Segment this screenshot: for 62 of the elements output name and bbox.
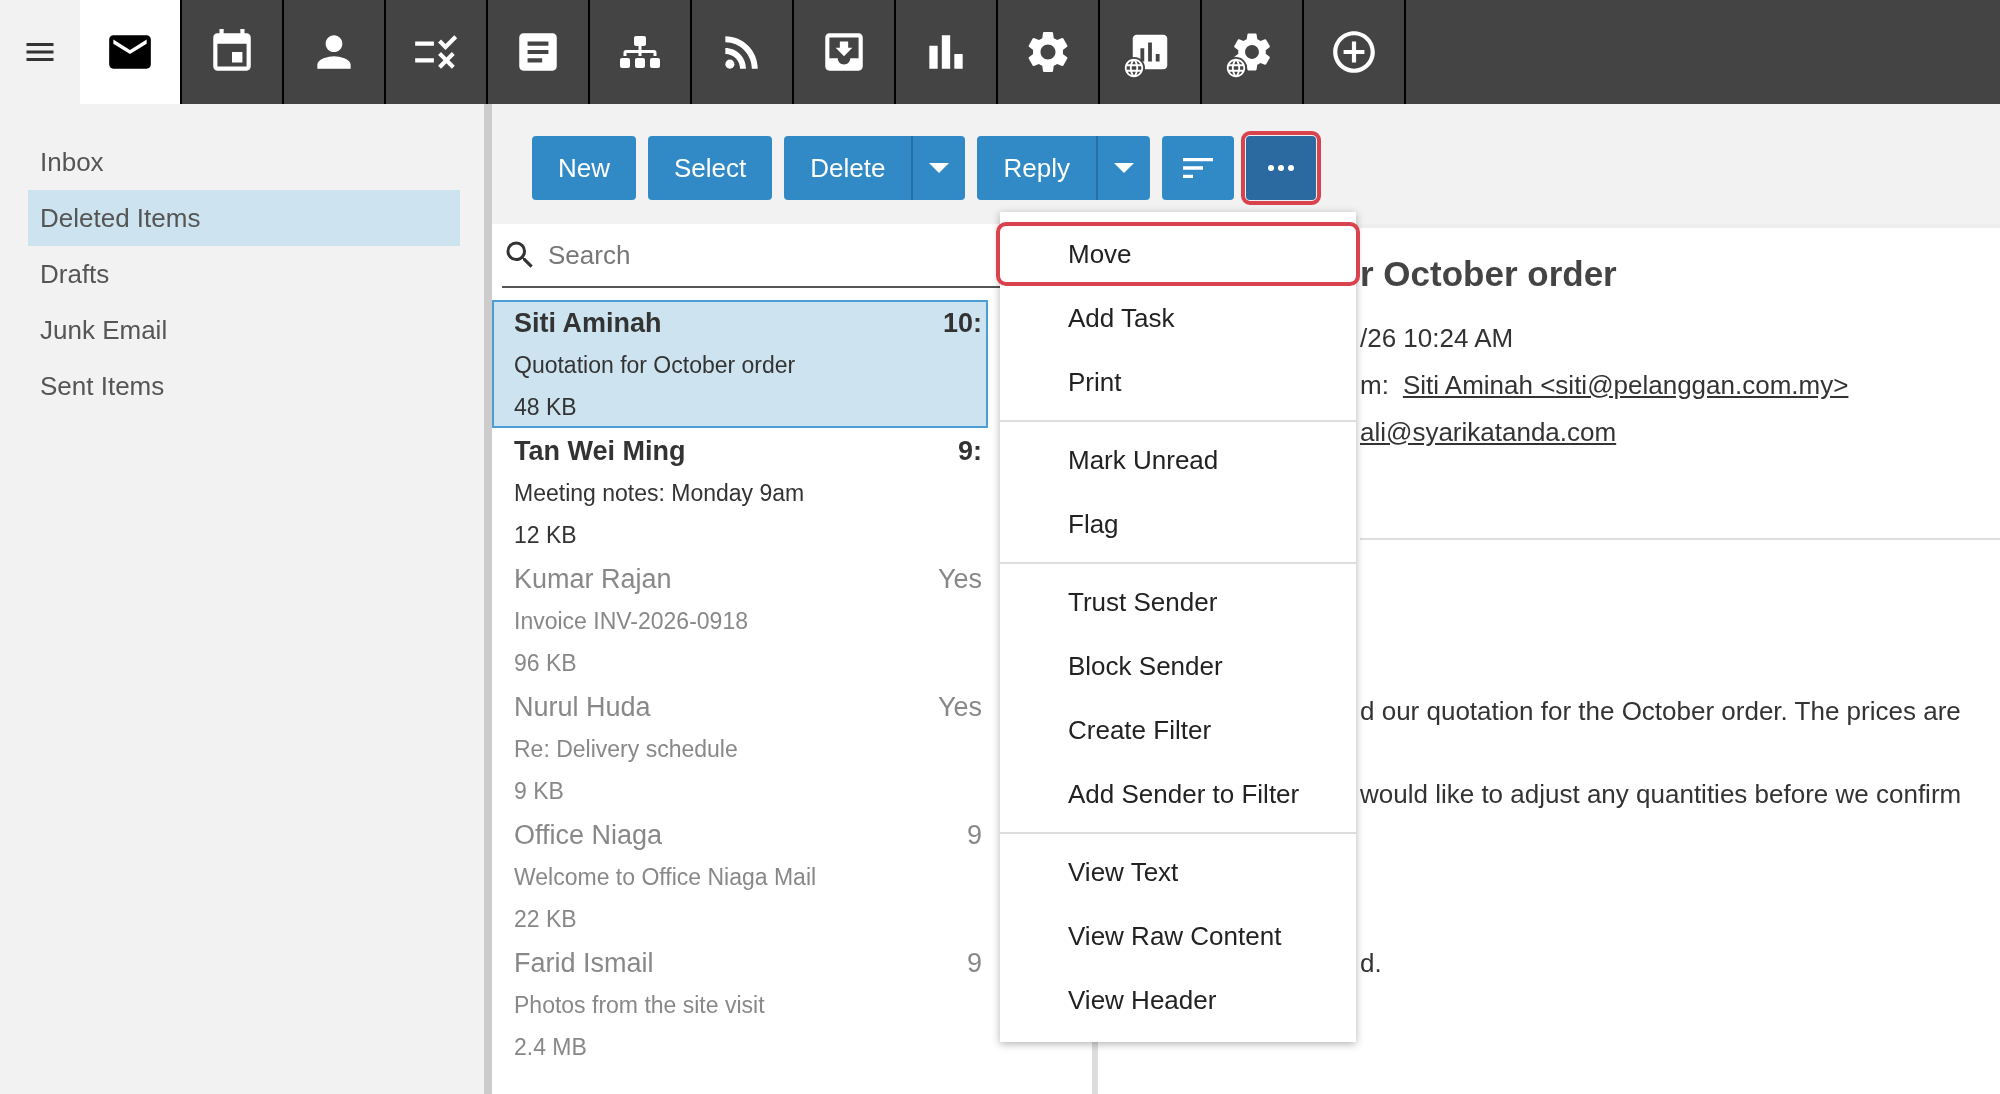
caret-icon [1113, 163, 1134, 173]
sender-name: Office Niaga [514, 819, 663, 853]
menu-item[interactable]: Trust Sender [1000, 570, 1356, 634]
message-title: r October order [1360, 253, 1617, 295]
message-size: 2.4 MB [514, 1033, 587, 1063]
dropdown-button[interactable] [1095, 136, 1150, 200]
menu-item[interactable]: Mark Unread [1000, 428, 1356, 492]
menu-item[interactable]: Flag [1000, 492, 1356, 556]
message-size: 96 KB [514, 649, 577, 679]
caret-icon [929, 163, 950, 173]
message-subject: Invoice INV-2026-0918 [514, 606, 748, 636]
folder-item[interactable]: Inbox [28, 134, 460, 190]
message-time: 9: [958, 435, 982, 469]
message-time: 9 [966, 819, 982, 853]
message-size: 9 KB [514, 777, 564, 807]
menu-item[interactable]: View Header [1000, 968, 1356, 1032]
app-tab[interactable] [80, 0, 182, 104]
message-item[interactable]: Siti Aminah 10: Quotation for October order 48 KB [492, 300, 988, 428]
sender-name: Siti Aminah [514, 307, 662, 341]
folder-item[interactable]: Junk Email [28, 302, 460, 358]
menu-item[interactable]: Block Sender [1000, 634, 1356, 698]
message-subject: Photos from the site visit [514, 990, 765, 1020]
menu-item[interactable]: Create Filter [1000, 698, 1356, 762]
message-subject: Re: Delivery schedule [514, 734, 738, 764]
toolbar-button[interactable]: Select [648, 136, 773, 200]
sender-name: Farid Ismail [514, 947, 654, 981]
toolbar-button[interactable]: Delete [784, 136, 912, 200]
from-label: m: [1360, 368, 1389, 402]
menu-item[interactable]: View Text [1000, 840, 1356, 904]
message-time: 10: [942, 307, 982, 341]
body-text: d our quotation for the October order. The prices are [1360, 695, 1961, 728]
menu-item[interactable]: Add Sender to Filter [1000, 762, 1356, 826]
dropdown-button[interactable] [911, 136, 966, 200]
message-subject: Welcome to Office Niaga Mail [514, 862, 817, 892]
message-size: 12 KB [514, 521, 577, 551]
message-time: Yes [937, 563, 982, 597]
sender-name: Kumar Rajan [514, 563, 672, 597]
message-size: 48 KB [514, 393, 577, 423]
folder-item[interactable]: Sent Items [28, 358, 460, 414]
menu-item[interactable]: Add Task [1000, 286, 1356, 350]
sort-button[interactable] [1161, 136, 1234, 200]
message-time: Yes [937, 691, 982, 725]
sender-link[interactable]: Siti Aminah <siti@pelanggan.com.my> [1402, 365, 1849, 405]
folder-item[interactable]: Drafts [28, 246, 460, 302]
message-size: 22 KB [514, 905, 577, 935]
toolbar-button[interactable]: New [532, 136, 636, 200]
message-subject: Meeting notes: Monday 9am [514, 478, 805, 508]
sender-name: Nurul Huda [514, 691, 651, 725]
menu-button[interactable] [0, 0, 80, 104]
message-time: 9 [966, 947, 982, 981]
menu-item[interactable]: Print [1000, 350, 1356, 414]
message-subject: Quotation for October order [514, 350, 796, 380]
folder-item[interactable]: Deleted Items [28, 190, 460, 246]
toolbar-button[interactable]: Reply [977, 136, 1096, 200]
sender-name: Tan Wei Ming [514, 435, 686, 469]
body-text: would like to adjust any quantities before we confirm [1360, 778, 1962, 811]
menu-item[interactable]: View Raw Content [1000, 904, 1356, 968]
menu-item[interactable]: Move [996, 222, 1360, 286]
recipient-link[interactable]: ali@syarikatanda.com [1360, 412, 1617, 452]
body-text: d. [1360, 947, 1382, 980]
more-icon [1267, 165, 1294, 171]
message-date: /26 10:24 AM [1360, 321, 1514, 355]
